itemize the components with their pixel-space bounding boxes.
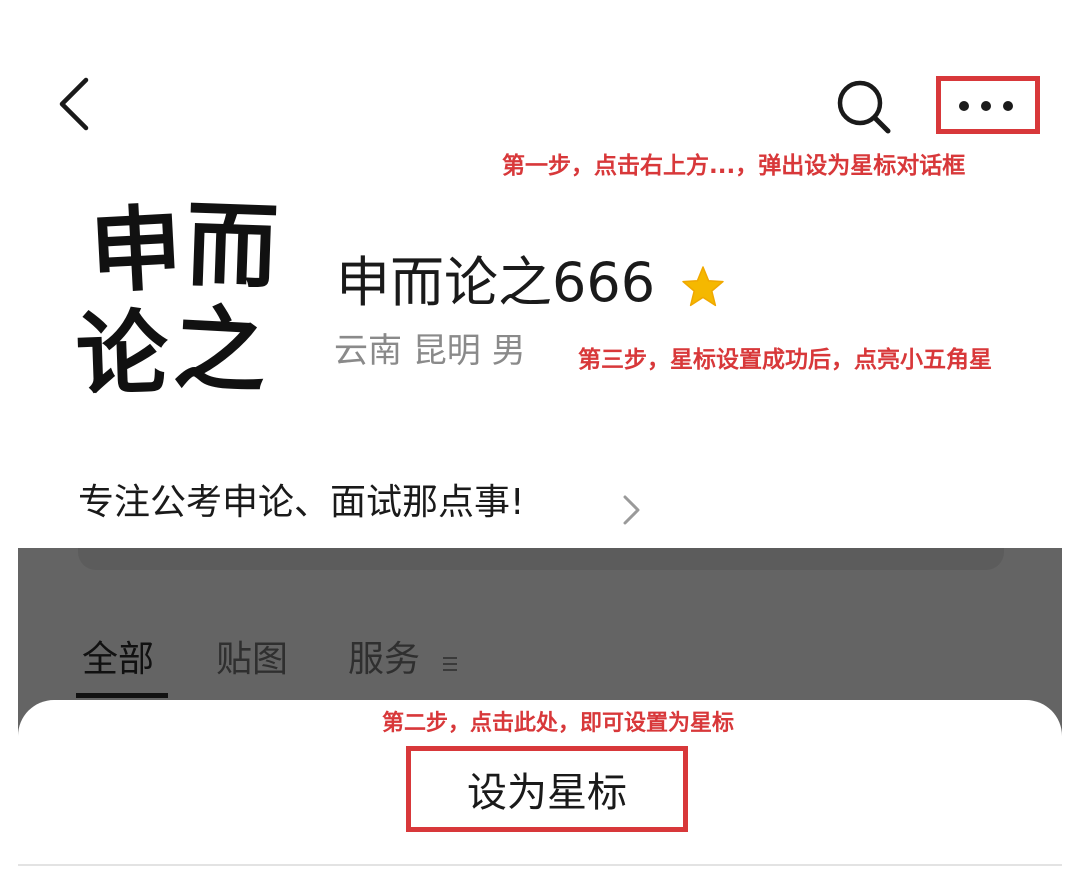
back-button[interactable] [48,72,108,136]
more-horizontal-icon [959,101,1013,111]
avatar-char: 申 [87,193,185,307]
annotation-step3: 第三步，星标设置成功后，点亮小五角星 [578,347,992,373]
search-button[interactable] [830,76,896,138]
avatar[interactable]: 申 而 论 之 [62,190,302,416]
menu-icon[interactable] [440,652,460,676]
tab-pictures[interactable]: 贴图 [216,642,288,678]
annotation-step2: 第二步，点击此处，即可设置为星标 [382,711,735,736]
profile-name: 申而论之666 [336,251,656,314]
profile-bio[interactable]: 专注公考申论、面试那点事! [78,485,524,521]
chevron-left-icon [59,77,89,131]
tab-all[interactable]: 全部 [82,642,154,678]
profile-location: 云南 昆明 男 [334,331,526,371]
chevron-right-icon[interactable] [616,490,646,530]
more-options-button[interactable] [936,76,1040,134]
search-icon [837,80,891,134]
avatar-char: 论 [74,298,170,410]
tab-services[interactable]: 服务 [348,642,420,678]
active-tab-indicator [76,693,168,698]
avatar-char: 之 [171,293,269,407]
avatar-char: 而 [184,190,280,302]
set-star-button[interactable]: 设为星标 [406,746,688,832]
star-icon [682,266,724,307]
info-card [78,548,1004,570]
profile-page: 第一步，点击右上方...，弹出设为星标对话框 申 而 论 之 申而论之666 云… [0,0,1080,889]
annotation-step1: 第一步，点击右上方...，弹出设为星标对话框 [502,153,966,179]
divider [18,864,1062,866]
